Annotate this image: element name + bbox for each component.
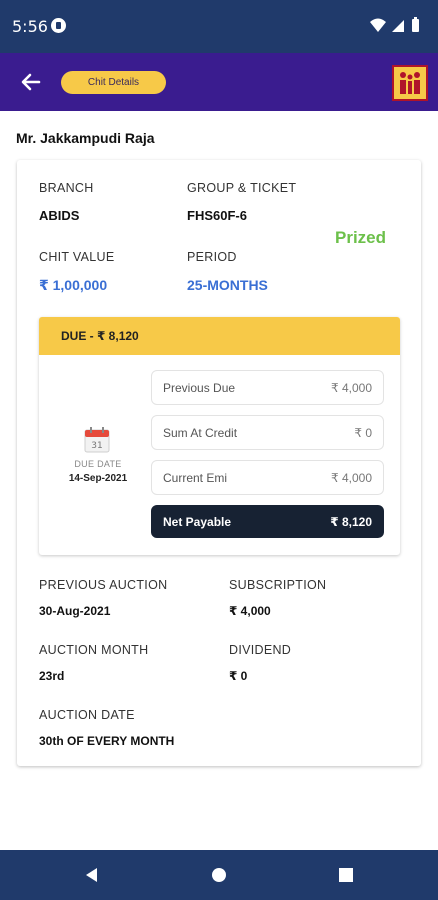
triangle-back-icon[interactable] — [82, 865, 102, 885]
status-icons — [370, 17, 419, 32]
net-payable-row: Net Payable ₹ 8,120 — [151, 505, 384, 538]
subscription-value: ₹ 4,000 — [229, 604, 271, 618]
chit-details-pill: Chit Details — [61, 71, 166, 94]
auction-month-label: AUCTION MONTH — [39, 643, 149, 657]
customer-name: Mr. Jakkampudi Raja — [16, 130, 155, 146]
due-box: DUE - ₹ 8,120 31 DUE DATE 14-Sep-2021 Pr… — [39, 317, 400, 555]
chit-details-card: BRANCH ABIDS GROUP & TICKET FHS60F-6 Pri… — [17, 160, 421, 766]
due-date-label: DUE DATE — [74, 459, 122, 469]
square-recents-icon[interactable] — [336, 865, 356, 885]
wifi-icon — [370, 18, 386, 32]
previous-auction-value: 30-Aug-2021 — [39, 604, 111, 618]
dividend-value: ₹ 0 — [229, 669, 248, 683]
row-value: ₹ 4,000 — [331, 381, 372, 395]
group-ticket-label: GROUP & TICKET — [187, 181, 297, 195]
auction-date-value: 30th OF EVERY MONTH — [39, 734, 175, 748]
branch-value: ABIDS — [39, 208, 80, 223]
current-emi-row: Current Emi ₹ 4,000 — [151, 460, 384, 495]
app-bar: Chit Details — [0, 53, 438, 111]
sum-at-credit-row: Sum At Credit ₹ 0 — [151, 415, 384, 450]
auction-date-label: AUCTION DATE — [39, 708, 135, 722]
previous-auction-label: PREVIOUS AUCTION — [39, 578, 168, 592]
row-label: Previous Due — [163, 381, 236, 395]
chit-value-label: CHIT VALUE — [39, 250, 115, 264]
row-value: ₹ 8,120 — [330, 515, 372, 529]
row-value: ₹ 0 — [354, 426, 372, 440]
notification-app-icon — [51, 18, 66, 33]
due-amount: DUE - ₹ 8,120 — [61, 329, 139, 343]
row-value: ₹ 4,000 — [331, 471, 372, 485]
subscription-label: SUBSCRIPTION — [229, 578, 327, 592]
status-bar: 5:56 — [0, 0, 438, 53]
row-label: Net Payable — [163, 515, 232, 529]
branch-label: BRANCH — [39, 181, 94, 195]
dividend-label: DIVIDEND — [229, 643, 292, 657]
arrow-left-icon — [21, 73, 41, 91]
previous-due-row: Previous Due ₹ 4,000 — [151, 370, 384, 405]
due-header: DUE - ₹ 8,120 — [39, 317, 400, 355]
svg-text:31: 31 — [91, 441, 102, 451]
circle-home-icon[interactable] — [209, 865, 229, 885]
period-label: PERIOD — [187, 250, 237, 264]
battery-icon — [412, 17, 419, 32]
calendar-icon: 31 — [84, 427, 110, 453]
signal-icon — [392, 20, 404, 32]
chit-value: ₹ 1,00,000 — [39, 277, 108, 293]
row-label: Sum At Credit — [163, 426, 238, 440]
system-nav-bar — [0, 850, 438, 900]
row-label: Current Emi — [163, 471, 228, 485]
status-badge: Prized — [335, 228, 387, 247]
auction-month-value: 23rd — [39, 669, 65, 683]
status-time: 5:56 — [12, 17, 48, 36]
group-ticket-value: FHS60F-6 — [187, 208, 247, 223]
family-logo-icon — [392, 65, 428, 101]
due-date-value: 14-Sep-2021 — [68, 473, 128, 484]
period-value: 25-MONTHS — [187, 277, 268, 293]
back-button[interactable] — [14, 65, 48, 99]
